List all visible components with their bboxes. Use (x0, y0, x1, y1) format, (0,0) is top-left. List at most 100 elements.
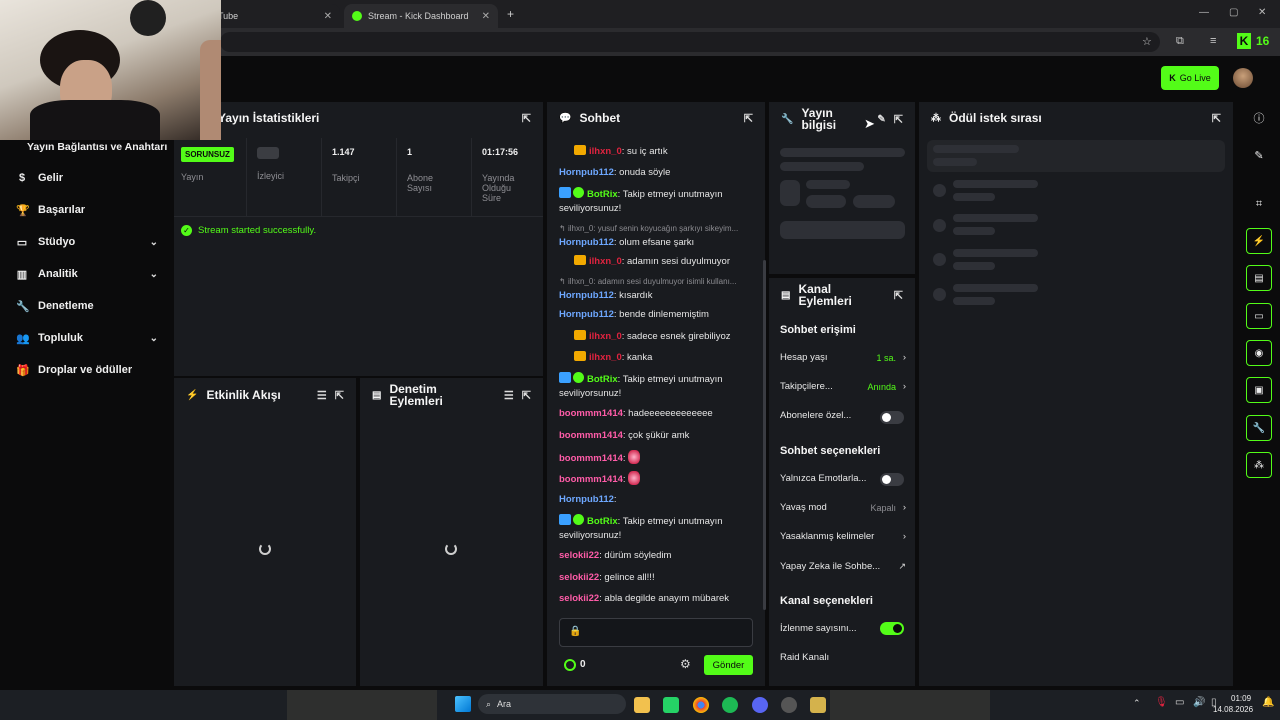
chat-username[interactable]: selokii22 (559, 572, 599, 583)
stat-value: 1.147 (332, 147, 355, 157)
windows-start-icon[interactable] (455, 696, 471, 712)
chat-username[interactable]: ilhxn_0 (589, 352, 622, 363)
address-field[interactable] (220, 32, 1160, 52)
slow-mode-setting[interactable]: Yavaş mod Kapalı › (780, 502, 906, 513)
panel-title: Denetim Eylemleri (389, 382, 443, 408)
rail-wrench-button[interactable]: 🔧 (1246, 415, 1272, 441)
skeleton-line (933, 158, 977, 166)
bookmark-star-icon[interactable]: ☆ (1142, 35, 1152, 48)
chat-username[interactable]: ilhxn_0 (589, 256, 622, 267)
sidebar-item-gelir[interactable]: $ Gelir (16, 168, 158, 188)
minimize-icon[interactable]: — (1199, 7, 1209, 18)
go-live-button[interactable]: K Go Live (1161, 66, 1219, 90)
view-count-toggle[interactable] (880, 622, 904, 635)
filter-icon[interactable]: ☰ (317, 389, 327, 402)
notification-icon[interactable]: 🔔 (1262, 697, 1274, 708)
sidebar-item-topluluk[interactable]: 👥 Topluluk ⌄ (16, 328, 158, 348)
sidebar-item-analitik[interactable]: ▥ Analitik ⌄ (16, 264, 158, 284)
gear-icon[interactable]: ⚙ (680, 657, 691, 671)
rail-rewards-button[interactable]: ⁂ (1246, 452, 1272, 478)
chat-username[interactable]: Hornpub112 (559, 494, 614, 505)
spotify-icon[interactable] (722, 697, 738, 713)
screenshot-icon[interactable]: ⌗ (1246, 191, 1272, 217)
discord-icon[interactable] (752, 697, 768, 713)
taskbar-search[interactable]: ⌕ Ara (478, 694, 626, 714)
sidebar-item-basarilar[interactable]: 🏆 Başarılar (16, 200, 158, 220)
network-icon[interactable]: ▭ (1175, 697, 1184, 708)
emote-icon (628, 471, 641, 485)
new-tab-button[interactable]: + (507, 7, 514, 21)
speaker-icon[interactable]: 🔊 (1193, 697, 1205, 708)
chat-username[interactable]: boommm1414 (559, 408, 623, 419)
microphone-icon[interactable]: 🎙 (1155, 697, 1168, 708)
send-button[interactable]: Gönder (704, 655, 753, 675)
reply-preview[interactable]: ↰ ilhxn_0: yusuf senin koyucağın şarkıyı… (559, 224, 738, 233)
rail-channel-button[interactable]: ▣ (1246, 377, 1272, 403)
obs-icon[interactable] (781, 697, 797, 713)
whatsapp-icon[interactable] (663, 697, 679, 713)
file-explorer-icon[interactable] (634, 697, 650, 713)
edit-pencil-icon[interactable]: ✎ (877, 114, 885, 125)
chat-username[interactable]: boommm1414 (559, 474, 623, 485)
kick-extension-icon[interactable]: K (1237, 33, 1251, 49)
raid-channel-setting[interactable]: Raid Kanalı (780, 652, 906, 663)
chat-username[interactable]: boommm1414 (559, 430, 623, 441)
banned-words-setting[interactable]: Yasaklanmış kelimeler › (780, 531, 906, 542)
app-icon[interactable] (810, 697, 826, 713)
stat-stream: SORUNSUZ Yayın (181, 147, 234, 182)
maximize-icon[interactable]: ▢ (1229, 7, 1238, 18)
account-age-setting[interactable]: Hesap yaşı 1 sa. › (780, 352, 906, 363)
close-icon[interactable]: ✕ (482, 11, 490, 22)
clock-date[interactable]: 14.08.2026 (1213, 705, 1253, 714)
subs-only-toggle[interactable] (880, 411, 904, 424)
chat-username[interactable]: boommm1414 (559, 453, 623, 464)
points-icon[interactable] (564, 659, 576, 671)
reply-preview[interactable]: ↰ ilhxn_0: adamın sesi duyulmuyor isimli… (559, 277, 736, 286)
avatar[interactable] (1233, 68, 1253, 88)
chat-scrollbar[interactable] (763, 260, 766, 610)
rail-broadcast-button[interactable]: ◉ (1246, 340, 1272, 366)
close-window-icon[interactable]: ✕ (1258, 7, 1266, 18)
popout-icon[interactable]: ⇱ (1212, 112, 1221, 125)
popout-icon[interactable]: ⇱ (335, 389, 344, 402)
sidebar-item-droplar[interactable]: 🎁 Droplar ve ödüller (16, 360, 158, 380)
sidebar-item-studyo[interactable]: ▭ Stüdyo ⌄ (16, 232, 158, 252)
clock-time[interactable]: 01:09 (1231, 694, 1251, 703)
chevron-up-icon[interactable]: ⌃ (1133, 698, 1141, 709)
ai-chat-setting[interactable]: Yapay Zeka ile Sohbe... ↗ (780, 561, 906, 572)
info-icon[interactable]: ⓘ (1246, 105, 1272, 131)
chat-username[interactable]: Hornpub112 (559, 290, 614, 301)
tab-youtube[interactable]: Tube ✕ (210, 4, 340, 28)
tab-kick-dashboard[interactable]: Stream - Kick Dashboard ✕ (344, 4, 498, 28)
chat-username[interactable]: Hornpub112 (559, 309, 614, 320)
chat-username[interactable]: BotRix (587, 374, 618, 385)
chrome-icon[interactable] (693, 697, 709, 713)
sidebar-item-denetleme[interactable]: 🔧 Denetleme (16, 296, 158, 316)
chat-username[interactable]: Hornpub112 (559, 167, 614, 178)
chat-username[interactable]: Hornpub112 (559, 237, 614, 248)
popout-icon[interactable]: ⇱ (744, 112, 753, 125)
popout-icon[interactable]: ⇱ (522, 112, 531, 125)
chat-input[interactable]: 🔒 (559, 618, 753, 647)
followers-only-setting[interactable]: Takipçilere... Anında › (780, 381, 906, 392)
rail-chat-button[interactable]: ▭ (1246, 303, 1272, 329)
extensions-icon[interactable]: ⧉ (1176, 35, 1184, 48)
popout-icon[interactable]: ⇱ (522, 389, 531, 402)
chat-username[interactable]: selokii22 (559, 593, 599, 604)
popout-icon[interactable]: ⇱ (894, 113, 903, 126)
popout-icon[interactable]: ⇱ (894, 289, 903, 302)
close-icon[interactable]: ✕ (324, 11, 332, 22)
chat-username[interactable]: BotRix (587, 516, 618, 527)
menu-list-icon[interactable]: ≡ (1210, 35, 1216, 47)
sidebar-item-stream-key[interactable]: Yayın Bağlantısı ve Anahtarı (27, 141, 167, 153)
chat-username[interactable]: ilhxn_0 (589, 146, 622, 157)
rail-lightning-button[interactable]: ⚡ (1246, 228, 1272, 254)
rail-log-button[interactable]: ▤ (1246, 265, 1272, 291)
filter-icon[interactable]: ☰ (504, 389, 514, 402)
panel-title: Yayın İstatistikleri (218, 111, 320, 125)
edit-pencil-icon[interactable]: ✎ (1246, 142, 1272, 168)
emotes-only-toggle[interactable] (880, 473, 904, 486)
chat-username[interactable]: BotRix (587, 189, 618, 200)
chat-username[interactable]: ilhxn_0 (589, 331, 622, 342)
chat-username[interactable]: selokii22 (559, 550, 599, 561)
